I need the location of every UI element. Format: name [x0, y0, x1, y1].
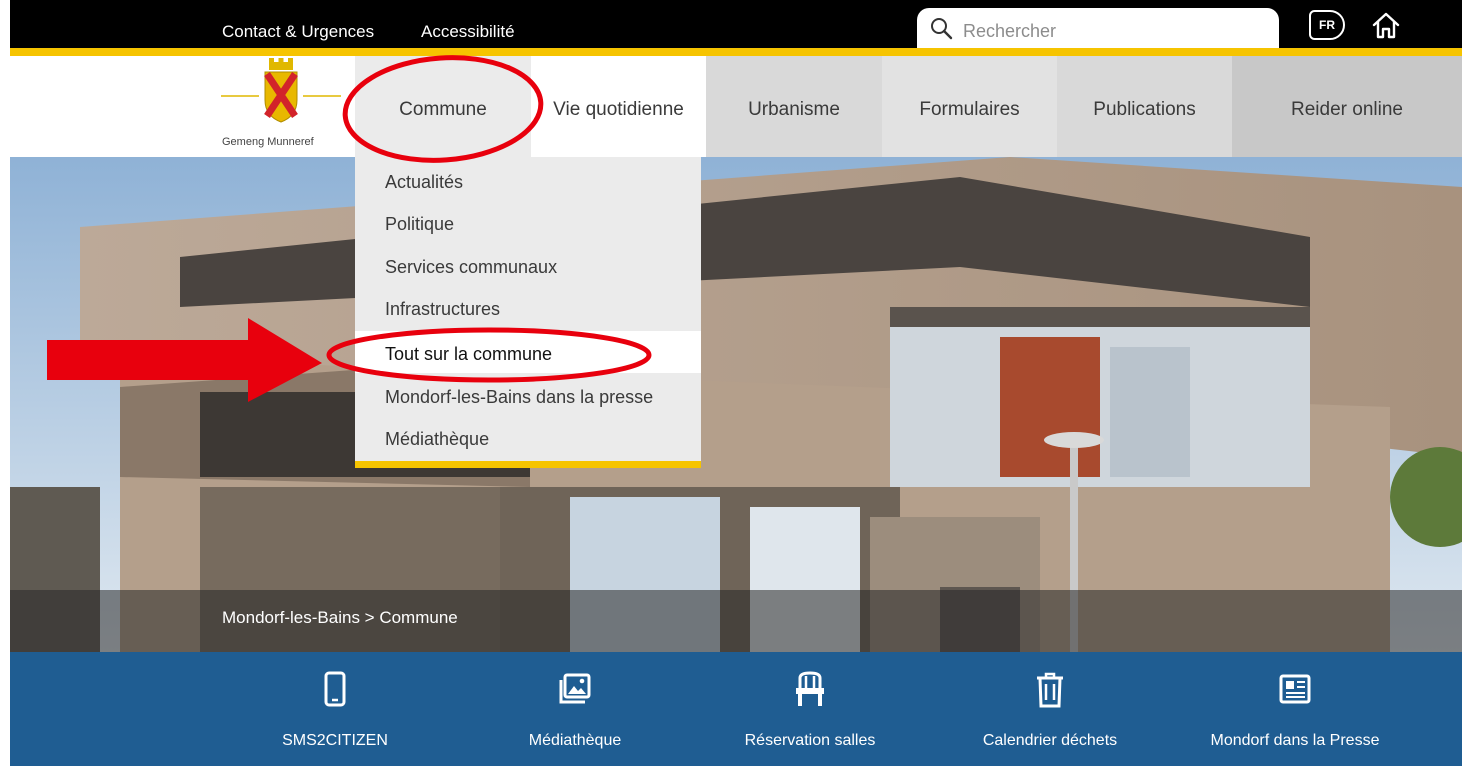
dropdown-item-actualites[interactable]: Actualités — [355, 159, 701, 201]
breadcrumb[interactable]: Mondorf-les-Bains > Commune — [222, 608, 458, 628]
dropdown-item-presse[interactable]: Mondorf-les-Bains dans la presse — [355, 374, 701, 416]
quicklink-label: Médiathèque — [528, 732, 622, 749]
hero-image-town-hall — [10, 157, 1462, 652]
nav-vie-quotidienne[interactable]: Vie quotidienne — [531, 56, 706, 157]
nav-commune[interactable]: Commune — [355, 56, 531, 157]
chair-icon — [796, 671, 824, 706]
dropdown-item-infrastructures[interactable]: Infrastructures — [355, 286, 701, 328]
dropdown-accent-line — [355, 461, 701, 468]
image-gallery-icon — [559, 673, 591, 704]
nav-reider-online[interactable]: Reider online — [1232, 56, 1462, 157]
contact-urgences-link[interactable]: Contact & Urgences — [222, 0, 374, 48]
search-box[interactable] — [917, 8, 1279, 48]
dropdown-item-politique[interactable]: Politique — [355, 201, 701, 243]
search-input[interactable] — [961, 16, 1265, 46]
quicklink-label: Mondorf dans la Presse — [1210, 732, 1380, 749]
dropdown-item-mediatheque[interactable]: Médiathèque — [355, 416, 701, 458]
language-switch[interactable]: FR — [1309, 10, 1345, 40]
logo-text: Gemeng Munneref — [222, 136, 314, 148]
quicklink-mediatheque[interactable]: Médiathèque — [480, 652, 670, 766]
quicklink-sms2citizen[interactable]: SMS2CITIZEN — [240, 652, 430, 766]
dropdown-item-services-communaux[interactable]: Services communaux — [355, 244, 701, 286]
dropdown-item-tout-sur-la-commune[interactable]: Tout sur la commune — [355, 331, 701, 373]
quicklink-label: Réservation salles — [744, 732, 876, 749]
trash-icon — [1037, 672, 1063, 708]
home-icon[interactable] — [1371, 10, 1401, 40]
quicklink-reservation-salles[interactable]: Réservation salles — [715, 652, 905, 766]
quicklink-label: Calendrier déchets — [982, 732, 1118, 749]
top-bar-accent-line — [10, 48, 1462, 56]
phone-icon — [324, 671, 346, 707]
accessibility-link[interactable]: Accessibilité — [421, 0, 515, 48]
nav-urbanisme[interactable]: Urbanisme — [706, 56, 882, 157]
nav-publications[interactable]: Publications — [1057, 56, 1232, 157]
nav-formulaires[interactable]: Formulaires — [882, 56, 1057, 157]
quicklink-calendrier-dechets[interactable]: Calendrier déchets — [955, 652, 1145, 766]
quicklink-mondorf-presse[interactable]: Mondorf dans la Presse — [1180, 652, 1410, 766]
quicklink-label: SMS2CITIZEN — [282, 732, 388, 749]
newspaper-icon — [1279, 674, 1311, 704]
search-icon[interactable] — [929, 16, 953, 40]
